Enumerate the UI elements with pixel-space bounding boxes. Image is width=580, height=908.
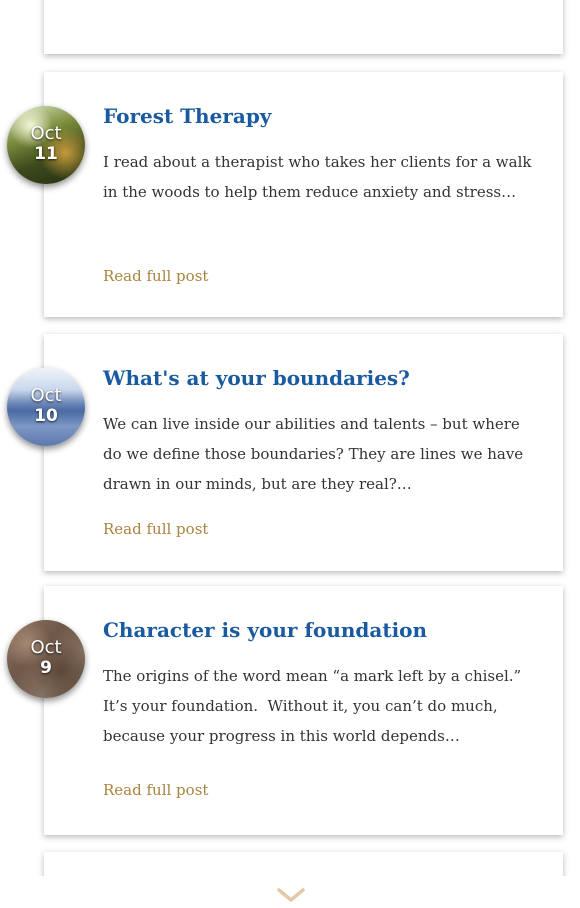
date-badge: Oct 10	[7, 368, 85, 446]
post-excerpt: The origins of the word mean “a mark lef…	[103, 667, 522, 745]
badge-month: Oct	[30, 123, 62, 144]
read-full-post-link[interactable]: Read full post	[103, 266, 208, 286]
read-full-post-link[interactable]: Read full post	[103, 780, 208, 800]
post-excerpt: I read about a therapist who takes her c…	[103, 153, 532, 201]
post-title[interactable]: Character is your foundation	[103, 617, 427, 643]
badge-month: Oct	[30, 637, 62, 658]
blog-feed[interactable]: Oct 11 Forest Therapy I read about a the…	[0, 0, 580, 876]
badge-day: 10	[34, 406, 58, 426]
badge-day: 9	[40, 658, 52, 678]
post-card: Oct 10 What's at your boundaries? We can…	[7, 334, 563, 571]
post-card: Oct 9 Character is your foundation The o…	[7, 586, 563, 835]
badge-day: 11	[34, 144, 58, 164]
badge-month: Oct	[30, 385, 62, 406]
scroll-down-button[interactable]	[276, 886, 306, 904]
post-excerpt: We can live inside our abilities and tal…	[103, 415, 524, 493]
read-full-post-link[interactable]: Read full post	[103, 519, 208, 539]
post-card: Oct 11 Forest Therapy I read about a the…	[7, 72, 563, 317]
post-title[interactable]: Forest Therapy	[103, 103, 271, 129]
chevron-down-icon	[277, 888, 305, 902]
post-title[interactable]: What's at your boundaries?	[103, 365, 410, 391]
next-post-card	[44, 852, 563, 876]
date-badge: Oct 9	[7, 620, 85, 698]
previous-post-card	[44, 0, 563, 54]
date-badge: Oct 11	[7, 106, 85, 184]
